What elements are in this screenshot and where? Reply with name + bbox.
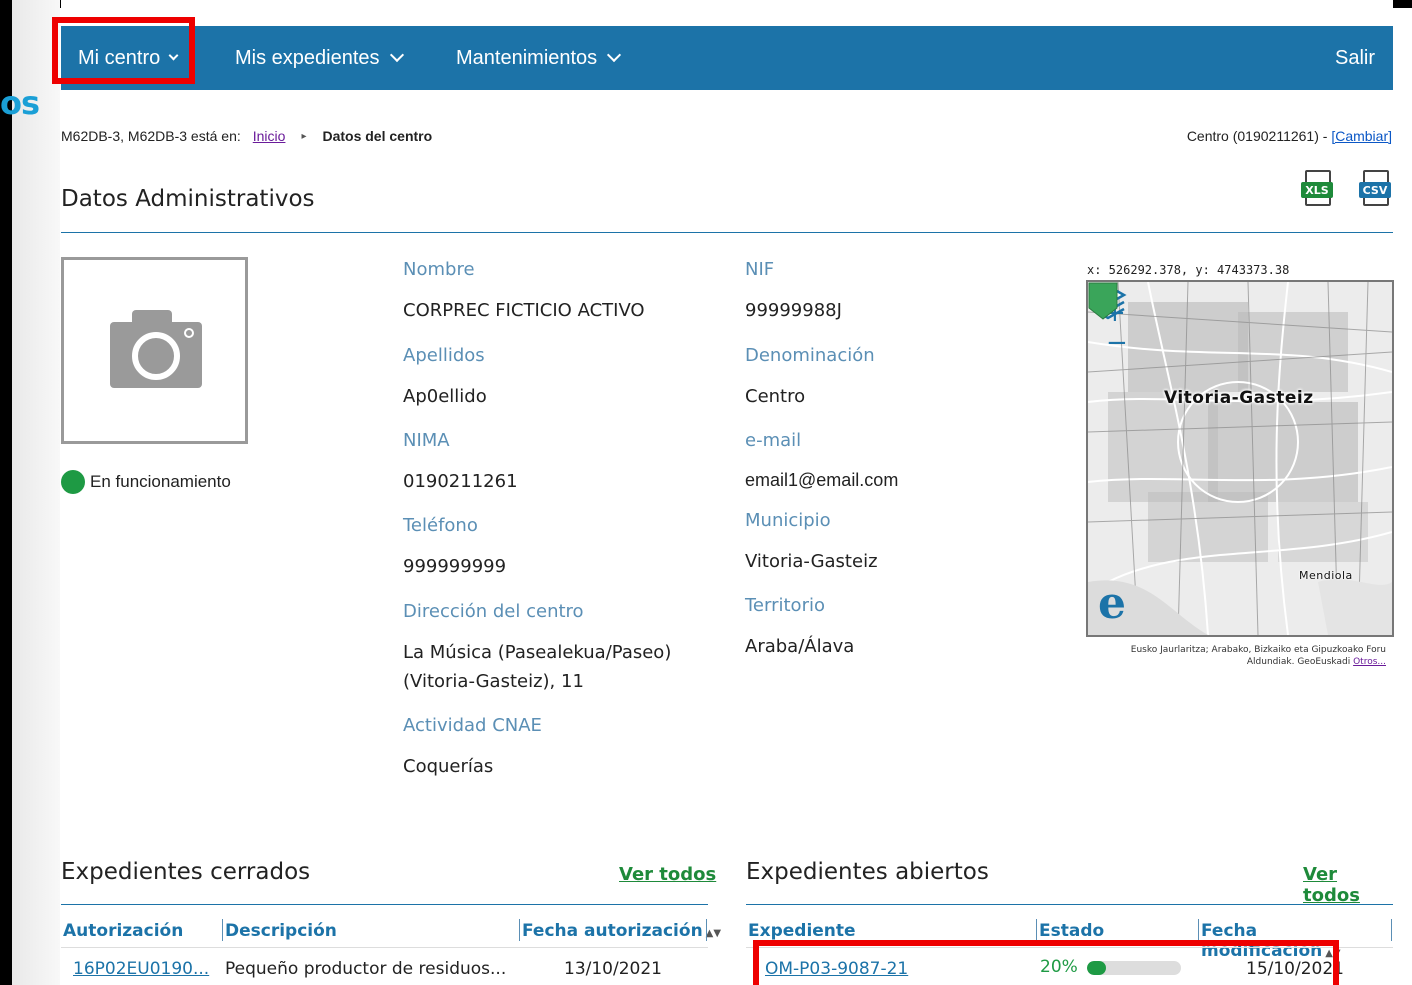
chevron-down-icon — [389, 47, 404, 63]
nav-mis-expedientes-label: Mis expedientes — [235, 46, 380, 69]
breadcrumb-inicio-link[interactable]: Inicio — [253, 128, 286, 144]
cerrados-divider — [61, 904, 708, 905]
location-map[interactable]: + − Vitoria-Gasteiz Mendiola e — [1086, 280, 1394, 637]
map-attribution: Eusko Jaurlaritza; Arabako, Bizkaiko eta… — [1091, 644, 1386, 668]
field-label-nif: NIF — [745, 259, 775, 280]
salir-link[interactable]: Salir — [1335, 26, 1375, 90]
field-label-actividad: Actividad CNAE — [403, 715, 542, 736]
th-fecha-autorizacion-label: Fecha autorización — [522, 921, 703, 941]
highlight-box-row — [753, 940, 1339, 985]
export-icons: XLS CSV — [1301, 170, 1393, 208]
status-indicator: En funcionamiento — [61, 470, 231, 494]
field-value-actividad: Coquerías — [403, 756, 494, 777]
status-text: En funcionamiento — [90, 472, 231, 491]
page: Mi centro Mis expedientes Mantenimientos… — [52, 0, 1394, 985]
cerrados-title: Expedientes cerrados — [61, 859, 311, 885]
field-value-apellidos: Ap0ellido — [403, 386, 487, 407]
th-separator — [1036, 919, 1037, 941]
chevron-down-icon — [607, 47, 622, 63]
zoom-out-button[interactable]: − — [1106, 330, 1128, 356]
centro-info: Centro (0190211261) - [Cambiar] — [1187, 128, 1392, 144]
background-title-fragment: os — [0, 84, 40, 122]
field-label-email: e-mail — [745, 430, 802, 451]
th-expediente[interactable]: Expediente — [748, 921, 856, 941]
th-separator — [706, 919, 707, 941]
field-value-email: email1@email.com — [745, 470, 899, 490]
background-panel — [12, 0, 60, 985]
map-base-layer — [1088, 282, 1392, 635]
map-attribution-text: Eusko Jaurlaritza; Arabako, Bizkaiko eta… — [1130, 645, 1386, 667]
cambiar-centro-link[interactable]: [Cambiar] — [1331, 128, 1392, 144]
screenshot-left-border — [0, 0, 12, 985]
nav-mantenimientos-label: Mantenimientos — [456, 46, 598, 69]
centro-label: Centro (0190211261) - — [1186, 128, 1332, 144]
breadcrumb-current: Datos del centro — [322, 128, 433, 144]
abiertos-title: Expedientes abiertos — [746, 859, 989, 885]
th-autorizacion[interactable]: Autorización — [63, 921, 183, 941]
nav-mis-expedientes[interactable]: Mis expedientes — [235, 26, 404, 90]
field-value-nombre: CORPREC FICTICIO ACTIVO — [403, 300, 645, 321]
status-dot-icon — [61, 470, 85, 494]
field-label-direccion: Dirección del centro — [403, 601, 584, 622]
th-fecha-autorizacion[interactable]: Fecha autorización ▲▼ — [522, 921, 721, 941]
field-value-municipio: Vitoria-Gasteiz — [745, 551, 878, 572]
top-navbar: Mi centro Mis expedientes Mantenimientos… — [61, 26, 1393, 90]
highlight-box-nav — [52, 17, 195, 84]
field-label-denominacion: Denominación — [745, 345, 875, 366]
field-label-telefono: Teléfono — [403, 515, 478, 536]
cerrados-descripcion: Pequeño productor de residuos... — [225, 959, 507, 979]
field-label-territorio: Territorio — [745, 595, 825, 616]
breadcrumb: M62DB-3, M62DB-3 está en: Inicio ▸ Datos… — [61, 128, 432, 144]
field-value-territorio: Araba/Álava — [745, 636, 855, 657]
field-label-nombre: Nombre — [403, 259, 475, 280]
field-label-municipio: Municipio — [745, 510, 831, 531]
breadcrumb-separator-icon: ▸ — [301, 130, 307, 142]
cerrados-fecha: 13/10/2021 — [564, 959, 662, 979]
photo-placeholder[interactable] — [61, 257, 248, 444]
export-xls-icon[interactable]: XLS — [1301, 170, 1335, 208]
map-district-label: Mendiola — [1299, 569, 1353, 582]
field-value-telefono: 999999999 — [403, 556, 507, 577]
field-value-nif: 99999988J — [745, 300, 842, 321]
th-descripcion[interactable]: Descripción — [225, 921, 337, 941]
sort-icon[interactable]: ▲▼ — [706, 928, 721, 939]
field-label-nima: NIMA — [403, 430, 450, 451]
row-divider — [61, 947, 708, 948]
map-attribution-link[interactable]: Otros... — [1353, 657, 1386, 667]
cerrados-autorizacion-link[interactable]: 16P02EU0190... — [73, 959, 209, 979]
export-csv-icon[interactable]: CSV — [1359, 170, 1393, 208]
nav-mantenimientos[interactable]: Mantenimientos — [456, 26, 622, 90]
field-value-denominacion: Centro — [745, 386, 806, 407]
csv-tag: CSV — [1359, 182, 1391, 198]
field-value-nima: 0190211261 — [403, 471, 518, 492]
field-label-apellidos: Apellidos — [403, 345, 485, 366]
abiertos-ver-todos-link[interactable]: Ver todos — [1303, 864, 1393, 906]
euskadi-logo-icon: e — [1098, 578, 1126, 629]
th-separator — [1391, 919, 1392, 941]
th-separator — [519, 919, 520, 941]
section-divider — [61, 232, 1393, 233]
xls-tag: XLS — [1301, 182, 1333, 198]
breadcrumb-prefix: M62DB-3, M62DB-3 está en: — [61, 128, 241, 144]
cerrados-ver-todos-link[interactable]: Ver todos — [619, 864, 716, 885]
th-separator — [1198, 919, 1199, 941]
abiertos-divider — [746, 904, 1393, 905]
th-separator — [222, 919, 223, 941]
field-value-direccion-line1: La Música (Pasealekua/Paseo) — [403, 642, 672, 663]
th-estado[interactable]: Estado — [1039, 921, 1104, 941]
map-city-label: Vitoria-Gasteiz — [1164, 388, 1314, 408]
map-marker-icon[interactable] — [1088, 282, 1118, 320]
section-title: Datos Administrativos — [61, 186, 315, 212]
camera-flash-icon — [184, 328, 194, 338]
field-value-direccion-line2: (Vitoria-Gasteiz), 11 — [403, 671, 584, 692]
camera-lens-icon — [132, 332, 180, 380]
map-coordinates: x: 526292.378, y: 4743373.38 — [1087, 263, 1290, 277]
